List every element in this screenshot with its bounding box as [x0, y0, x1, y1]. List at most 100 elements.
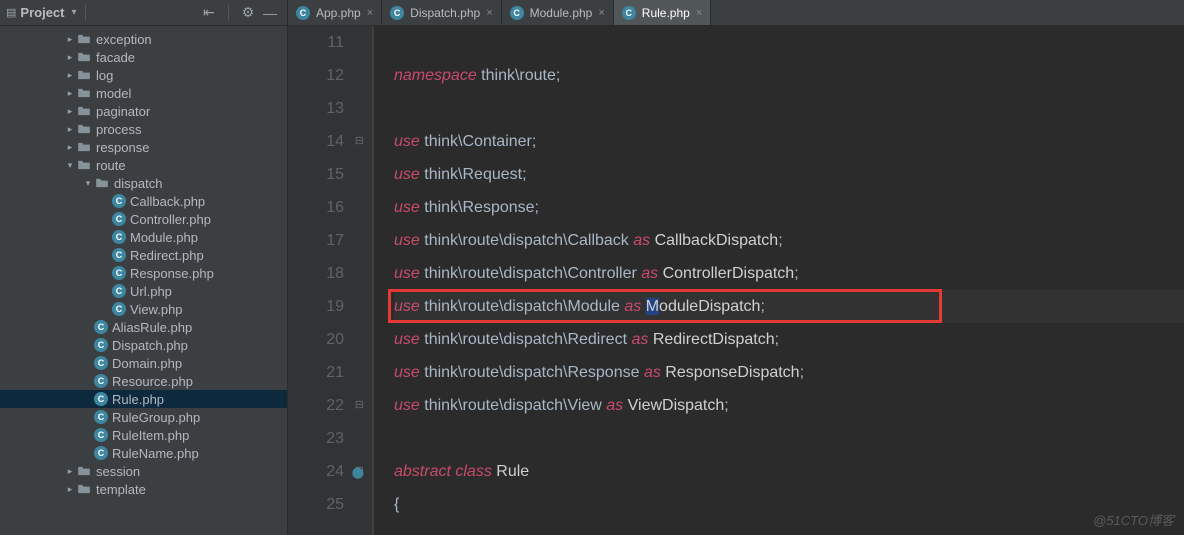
caret-icon[interactable] — [82, 178, 94, 189]
code-line-22[interactable]: use think\route\dispatch\View as ViewDis… — [394, 389, 1184, 422]
code-line-17[interactable]: use think\route\dispatch\Callback as Cal… — [394, 224, 1184, 257]
php-file-icon — [622, 6, 636, 20]
php-file-icon — [112, 230, 126, 244]
line-number: 23 — [288, 422, 344, 455]
caret-icon[interactable] — [64, 52, 76, 63]
line-number: 21 — [288, 356, 344, 389]
caret-icon[interactable] — [64, 160, 76, 171]
tree-item-Callback-php[interactable]: Callback.php — [0, 192, 287, 210]
tree-item-Resource-php[interactable]: Resource.php — [0, 372, 287, 390]
php-file-icon — [94, 446, 108, 460]
php-file-icon — [94, 338, 108, 352]
tree-item-facade[interactable]: facade — [0, 48, 287, 66]
caret-icon[interactable] — [64, 88, 76, 99]
php-file-icon — [112, 266, 126, 280]
code-content[interactable]: namespace think\route; use think\Containe… — [374, 26, 1184, 535]
line-number: 17 — [288, 224, 344, 257]
tree-item-session[interactable]: session — [0, 462, 287, 480]
tab-Module-php[interactable]: Module.php × — [502, 0, 614, 25]
code-line-25[interactable]: { — [394, 488, 1184, 521]
line-number: 16 — [288, 191, 344, 224]
tab-Rule-php[interactable]: Rule.php× — [614, 0, 711, 25]
tab-App-php[interactable]: App.php× — [288, 0, 382, 25]
caret-icon[interactable] — [64, 70, 76, 81]
php-file-icon — [390, 6, 404, 20]
tree-item-Module-php[interactable]: Module.php — [0, 228, 287, 246]
tree-item-label: View.php — [130, 302, 183, 317]
sidebar-title[interactable]: Project — [20, 5, 64, 20]
collapse-icon[interactable]: ⇤ — [198, 4, 220, 21]
tab-Dispatch-php[interactable]: Dispatch.php× — [382, 0, 501, 25]
tree-item-exception[interactable]: exception — [0, 30, 287, 48]
tree-item-AliasRule-php[interactable]: AliasRule.php — [0, 318, 287, 336]
tree-item-label: route — [96, 158, 126, 173]
tree-item-process[interactable]: process — [0, 120, 287, 138]
code-line-24[interactable]: abstract class Rule — [394, 455, 1184, 488]
code-line-21[interactable]: use think\route\dispatch\Response as Res… — [394, 356, 1184, 389]
divider — [228, 5, 229, 21]
code-line-13[interactable] — [394, 92, 1184, 125]
caret-icon[interactable] — [64, 484, 76, 495]
editor-tabs: App.php×Dispatch.php×Module.php×Rule.php… — [288, 0, 1184, 26]
tree-item-dispatch[interactable]: dispatch — [0, 174, 287, 192]
tree-item-Controller-php[interactable]: Controller.php — [0, 210, 287, 228]
caret-icon[interactable] — [64, 34, 76, 45]
code-line-19[interactable]: use think\route\dispatch\Module as Modul… — [394, 290, 1184, 323]
project-tree[interactable]: exceptionfacadelogmodel paginator process r… — [0, 26, 287, 535]
tree-item-route[interactable]: route — [0, 156, 287, 174]
php-file-icon — [94, 374, 108, 388]
folder-icon — [76, 140, 92, 154]
tree-item-Response-php[interactable]: Response.php — [0, 264, 287, 282]
tree-item-label: process — [96, 122, 142, 137]
tree-item-response[interactable]: response — [0, 138, 287, 156]
caret-icon[interactable] — [64, 466, 76, 477]
code-area[interactable]: 11121314⊟1516171819202122⊟2324⊟⬤25 names… — [288, 26, 1184, 535]
chevron-down-icon[interactable]: ▾ — [71, 7, 76, 18]
gear-icon[interactable]: ⚙ — [237, 4, 259, 21]
tree-item-label: Module.php — [130, 230, 198, 245]
tree-item-Redirect-php[interactable]: Redirect.php — [0, 246, 287, 264]
tab-label: Module.php — [530, 6, 593, 20]
tree-item-paginator[interactable]: paginator — [0, 102, 287, 120]
line-number: 19 — [288, 290, 344, 323]
code-line-14[interactable]: use think\Container; — [394, 125, 1184, 158]
caret-icon[interactable] — [64, 142, 76, 153]
tree-item-label: paginator — [96, 104, 150, 119]
tree-item-RuleName-php[interactable]: RuleName.php — [0, 444, 287, 462]
folder-icon — [76, 50, 92, 64]
fold-icon[interactable]: ⊟ — [355, 125, 364, 158]
folder-icon — [76, 464, 92, 478]
tree-item-RuleItem-php[interactable]: RuleItem.php — [0, 426, 287, 444]
tree-item-model[interactable]: model — [0, 84, 287, 102]
close-icon[interactable]: × — [598, 7, 604, 19]
tree-item-Domain-php[interactable]: Domain.php — [0, 354, 287, 372]
folder-icon — [76, 86, 92, 100]
code-line-12[interactable]: namespace think\route; — [394, 59, 1184, 92]
code-line-18[interactable]: use think\route\dispatch\Controller as C… — [394, 257, 1184, 290]
tree-item-label: RuleGroup.php — [112, 410, 200, 425]
fold-icon[interactable]: ⊟ — [355, 389, 364, 422]
code-line-20[interactable]: use think\route\dispatch\Redirect as Red… — [394, 323, 1184, 356]
caret-icon[interactable] — [64, 124, 76, 135]
line-number: 18 — [288, 257, 344, 290]
code-line-11[interactable] — [394, 26, 1184, 59]
close-icon[interactable]: × — [486, 7, 492, 19]
hide-icon[interactable]: — — [259, 5, 281, 21]
php-file-icon — [112, 194, 126, 208]
tree-item-Dispatch-php[interactable]: Dispatch.php — [0, 336, 287, 354]
tree-item-template[interactable]: template — [0, 480, 287, 498]
code-line-16[interactable]: use think\Response; — [394, 191, 1184, 224]
tree-item-Url-php[interactable]: Url.php — [0, 282, 287, 300]
tree-item-log[interactable]: log — [0, 66, 287, 84]
caret-icon[interactable] — [64, 106, 76, 117]
code-line-15[interactable]: use think\Request; — [394, 158, 1184, 191]
breakpoint-icon[interactable]: ⬤ — [352, 457, 364, 490]
tree-item-Rule-php[interactable]: Rule.php — [0, 390, 287, 408]
close-icon[interactable]: × — [367, 7, 373, 19]
tree-item-label: response — [96, 140, 149, 155]
close-icon[interactable]: × — [696, 7, 702, 19]
tree-item-label: exception — [96, 32, 152, 47]
code-line-23[interactable] — [394, 422, 1184, 455]
tree-item-RuleGroup-php[interactable]: RuleGroup.php — [0, 408, 287, 426]
tree-item-View-php[interactable]: View.php — [0, 300, 287, 318]
